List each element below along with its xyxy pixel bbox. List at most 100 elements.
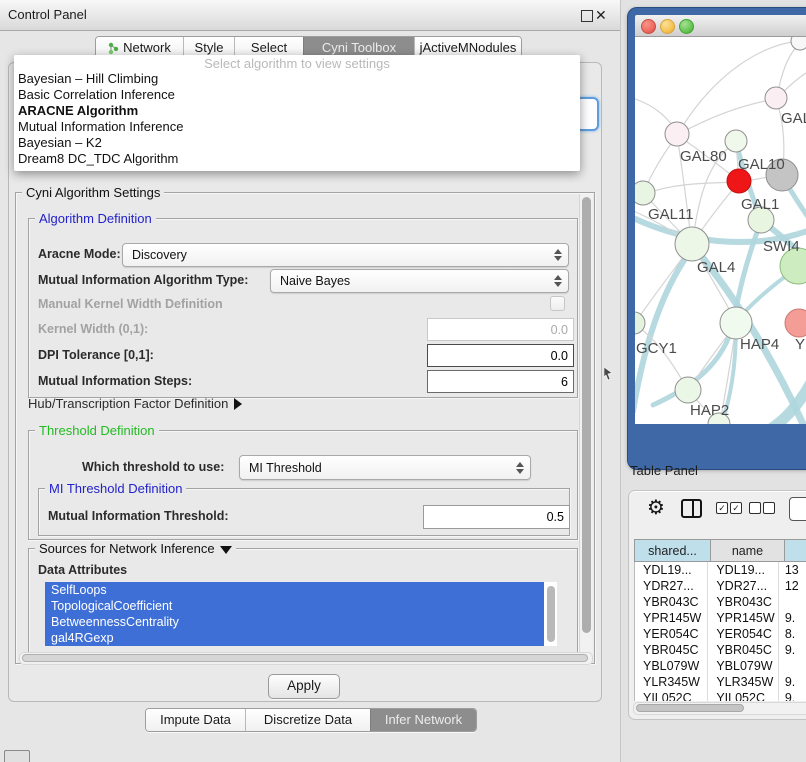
table-cell[interactable]: YBR043C [635,594,708,610]
minimize-traffic-light[interactable] [660,19,675,34]
table-cell[interactable]: 8. [779,626,806,642]
table-cell[interactable]: YPR145W [708,610,779,626]
which-threshold-combo[interactable]: MI Threshold [239,455,531,480]
attribute-list-item[interactable]: gal4RGexp [45,630,544,646]
attribute-list-item[interactable]: SelfLoops [45,582,544,598]
settings-scrollbar-thumb[interactable] [582,197,591,633]
algorithm-option[interactable]: Dream8 DC_TDC Algorithm [14,151,580,167]
table-cell[interactable]: YIL052C [635,690,708,701]
algorithm-option[interactable]: Mutual Information Inference [14,119,580,135]
which-threshold-label: Which threshold to use: [82,460,224,474]
dpi-tolerance-field[interactable]: 0.0 [427,344,574,367]
network-node-Y[interactable] [785,309,806,337]
network-view-window[interactable]: GALGAL80GAL10GAL1GAL11SWI4GAL4GCY1HAP4YH… [628,8,806,469]
table-cell[interactable]: YIL052C [708,690,779,701]
table-cell[interactable]: 13 [779,562,806,578]
algorithm-option[interactable]: Bayesian – Hill Climbing [14,71,580,87]
columns-icon[interactable] [681,499,702,518]
table-cell[interactable]: YBR045C [635,642,708,658]
tab-impute-data[interactable]: Impute Data [146,709,245,731]
column-header-extra[interactable] [785,539,806,562]
chevron-right-icon[interactable] [234,398,242,410]
column-header-name[interactable]: name [711,539,785,562]
table-row[interactable]: YLR345WYLR345W9. [635,674,806,690]
table-row[interactable]: YBL079WYBL079W [635,658,806,674]
manual-kernel-checkbox[interactable] [550,296,565,311]
table-cell[interactable]: 9. [779,610,806,626]
network-node-HAP4[interactable] [720,307,752,339]
table-cell[interactable]: YDL19... [635,562,708,578]
table-cell[interactable] [779,658,806,674]
network-edge[interactable] [677,99,776,135]
aracne-mode-combo[interactable]: Discovery [122,243,569,267]
table-row[interactable]: YIL052CYIL052C9. [635,690,806,701]
table-cell[interactable] [779,594,806,610]
attribute-list-item[interactable]: TopologicalCoefficient [45,598,544,614]
table-row[interactable]: YER054CYER054C8. [635,626,806,642]
attributes-scrollbar-thumb[interactable] [547,586,555,642]
table-cell[interactable]: 12 [779,578,806,594]
network-window-titlebar[interactable] [635,15,806,37]
table-cell[interactable]: YBR043C [708,594,779,610]
settings-horizontal-scrollbar[interactable] [19,652,593,665]
table-horizontal-scrollbar[interactable] [633,702,806,715]
mi-steps-field[interactable]: 6 [427,370,574,393]
table-cell[interactable]: YBR045C [708,642,779,658]
table-cell[interactable]: YLR345W [635,674,708,690]
kernel-width-field[interactable]: 0.0 [427,318,574,341]
table-cell[interactable]: 9. [779,690,806,701]
unchecked-checkbox-icon[interactable] [749,502,761,514]
table-cell[interactable]: YDL19... [708,562,779,578]
network-node-GAL[interactable] [765,87,787,109]
table-row[interactable]: YPR145WYPR145W9. [635,610,806,626]
sources-title-wrap[interactable]: Sources for Network Inference [35,541,236,556]
table-hscrollbar-thumb[interactable] [636,704,744,712]
table-row[interactable]: YBR043CYBR043C [635,594,806,610]
apply-button[interactable]: Apply [268,674,340,699]
network-node-GAL4[interactable] [675,227,709,261]
minimized-panel-icon[interactable] [4,750,30,762]
float-panel-icon[interactable] [581,10,593,22]
settings-vertical-scrollbar[interactable] [579,194,593,662]
network-node-GAL80[interactable] [665,122,689,146]
column-header-shared...[interactable]: shared... [634,539,711,562]
network-canvas[interactable]: GALGAL80GAL10GAL1GAL11SWI4GAL4GCY1HAP4YH… [635,37,806,424]
zoom-traffic-light[interactable] [679,19,694,34]
table-row[interactable]: YDR27...YDR27...12 [635,578,806,594]
tab-infer-network[interactable]: Infer Network [370,709,476,731]
network-node-GAL10[interactable] [725,130,747,152]
algorithm-option[interactable]: ARACNE Algorithm [14,103,580,119]
table-cell[interactable]: YBL079W [708,658,779,674]
hub-definition-toggle[interactable]: Hub/Transcription Factor Definition [28,395,242,413]
table-cell[interactable]: YLR345W [708,674,779,690]
close-icon[interactable]: ✕ [595,5,607,25]
close-traffic-light[interactable] [641,19,656,34]
table-cell[interactable]: 9. [779,642,806,658]
network-node-GAL11[interactable] [635,181,655,205]
network-node-node-top[interactable] [791,37,806,50]
toolbar-button-partial[interactable] [789,497,806,521]
table-cell[interactable]: YDR27... [708,578,779,594]
chevron-down-icon[interactable] [220,546,232,554]
mi-threshold-field[interactable]: 0.5 [423,505,570,529]
table-cell[interactable]: YER054C [708,626,779,642]
table-cell[interactable]: YPR145W [635,610,708,626]
checked-checkbox-icon[interactable]: ✓ [716,502,728,514]
algorithm-option[interactable]: Bayesian – K2 [14,135,580,151]
table-row[interactable]: YDL19...YDL19...13 [635,562,806,578]
gear-icon[interactable]: ⚙ [647,495,665,520]
table-cell[interactable]: YER054C [635,626,708,642]
unchecked-checkbox-icon[interactable] [763,502,775,514]
table-cell[interactable]: YDR27... [635,578,708,594]
network-edge[interactable] [644,182,739,194]
table-cell[interactable]: 9. [779,674,806,690]
table-cell[interactable]: YBL079W [635,658,708,674]
attribute-list-item[interactable]: BetweennessCentrality [45,614,544,630]
table-row[interactable]: YBR045CYBR045C9. [635,642,806,658]
algorithm-option[interactable]: Basic Correlation Inference [14,87,580,103]
hscrollbar-thumb[interactable] [22,654,588,662]
tab-discretize-data[interactable]: Discretize Data [245,709,370,731]
mi-type-combo[interactable]: Naive Bayes [270,269,569,293]
network-node-HAP2[interactable] [675,377,701,403]
checked-checkbox-icon[interactable]: ✓ [730,502,742,514]
